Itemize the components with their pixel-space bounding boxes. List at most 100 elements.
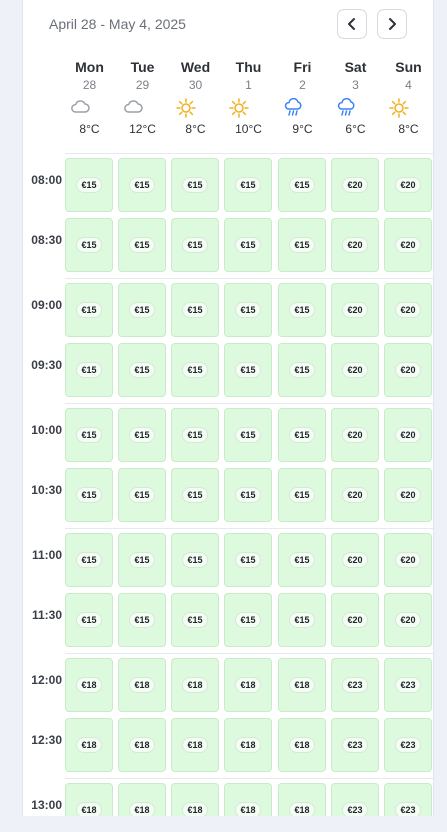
time-slot-cell[interactable]: €15 bbox=[65, 343, 113, 397]
time-slot-cell[interactable]: €23 bbox=[384, 718, 432, 772]
time-slot-cell[interactable]: €15 bbox=[224, 343, 272, 397]
time-slot-cell[interactable]: €15 bbox=[65, 408, 113, 462]
time-slot-cell[interactable]: €15 bbox=[278, 408, 326, 462]
price-badge: €15 bbox=[182, 362, 208, 378]
time-slot-cell[interactable]: €18 bbox=[224, 658, 272, 712]
time-slot-cell[interactable]: €15 bbox=[118, 533, 166, 587]
time-slot-cell[interactable]: €20 bbox=[331, 533, 379, 587]
price-badge: €15 bbox=[129, 362, 155, 378]
time-slot-cell[interactable]: €15 bbox=[171, 408, 219, 462]
time-slot-cell[interactable]: €23 bbox=[331, 658, 379, 712]
time-slot-cell[interactable]: €18 bbox=[118, 658, 166, 712]
time-slot-cell[interactable]: €18 bbox=[224, 783, 272, 816]
time-slot-cell[interactable]: €15 bbox=[118, 343, 166, 397]
time-slot-cell[interactable]: €20 bbox=[384, 283, 432, 337]
prev-week-button[interactable] bbox=[337, 9, 367, 39]
time-slot-cell[interactable]: €15 bbox=[171, 468, 219, 522]
time-slot-cell[interactable]: €15 bbox=[278, 533, 326, 587]
time-slot-cell[interactable]: €15 bbox=[65, 283, 113, 337]
next-week-button[interactable] bbox=[377, 9, 407, 39]
time-slot-cell[interactable]: €20 bbox=[331, 218, 379, 272]
time-slot-cell[interactable]: €18 bbox=[224, 718, 272, 772]
time-slot-cell[interactable]: €18 bbox=[118, 783, 166, 816]
time-slot-cell[interactable]: €20 bbox=[331, 593, 379, 647]
time-slot-cell[interactable]: €18 bbox=[171, 658, 219, 712]
time-slot-cell[interactable]: €23 bbox=[384, 658, 432, 712]
time-slot-cell[interactable]: €18 bbox=[278, 718, 326, 772]
time-slot-cell[interactable]: €15 bbox=[65, 158, 113, 212]
time-slot-cell[interactable]: €18 bbox=[171, 718, 219, 772]
time-slot-cell[interactable]: €23 bbox=[384, 783, 432, 816]
price-badge: €15 bbox=[76, 237, 102, 253]
time-slot-cell[interactable]: €15 bbox=[224, 593, 272, 647]
day-name: Sat bbox=[344, 59, 367, 75]
time-slot-cell[interactable]: €18 bbox=[65, 658, 113, 712]
day-name: Mon bbox=[75, 59, 104, 75]
day-name: Tue bbox=[130, 59, 155, 75]
time-slot-cell[interactable]: €15 bbox=[278, 468, 326, 522]
time-slot-cell[interactable]: €23 bbox=[331, 783, 379, 816]
price-badge: €20 bbox=[342, 427, 368, 443]
time-slot-cell[interactable]: €15 bbox=[118, 593, 166, 647]
time-slot-cell[interactable]: €15 bbox=[65, 533, 113, 587]
time-slot-cell[interactable]: €15 bbox=[65, 218, 113, 272]
time-slot-cell[interactable]: €18 bbox=[65, 718, 113, 772]
time-slot-cell[interactable]: €20 bbox=[331, 158, 379, 212]
time-slot-cell[interactable]: €20 bbox=[384, 533, 432, 587]
time-slot-cell[interactable]: €15 bbox=[224, 468, 272, 522]
time-slot-cell[interactable]: €15 bbox=[118, 218, 166, 272]
price-badge: €18 bbox=[76, 802, 102, 816]
time-slot-cell[interactable]: €18 bbox=[278, 783, 326, 816]
time-slot-cell[interactable]: €15 bbox=[118, 408, 166, 462]
time-slot-cell[interactable]: €20 bbox=[331, 408, 379, 462]
time-slot-cell[interactable]: €15 bbox=[278, 343, 326, 397]
price-badge: €15 bbox=[235, 552, 261, 568]
time-slot-cell[interactable]: €15 bbox=[65, 468, 113, 522]
time-slot-cell[interactable]: €20 bbox=[384, 468, 432, 522]
time-slot-cell[interactable]: €15 bbox=[224, 408, 272, 462]
temperature: 8°C bbox=[185, 122, 206, 136]
time-slot-cell[interactable]: €20 bbox=[331, 468, 379, 522]
time-slot-cell[interactable]: €15 bbox=[171, 533, 219, 587]
time-slot-cell[interactable]: €15 bbox=[278, 593, 326, 647]
time-slot-cell[interactable]: €15 bbox=[224, 158, 272, 212]
time-slot-cell[interactable]: €15 bbox=[118, 283, 166, 337]
time-slot-cell[interactable]: €20 bbox=[384, 593, 432, 647]
time-slot-cell[interactable]: €20 bbox=[384, 218, 432, 272]
temperature: 12°C bbox=[129, 122, 156, 136]
time-slot-cell[interactable]: €15 bbox=[278, 218, 326, 272]
time-slot-cell[interactable]: €15 bbox=[65, 593, 113, 647]
price-badge: €23 bbox=[342, 737, 368, 753]
time-slot-cell[interactable]: €15 bbox=[171, 283, 219, 337]
time-slot-cell[interactable]: €15 bbox=[171, 158, 219, 212]
price-badge: €15 bbox=[182, 302, 208, 318]
price-badge: €23 bbox=[342, 677, 368, 693]
time-slot-cell[interactable]: €23 bbox=[331, 718, 379, 772]
time-slot-cell[interactable]: €15 bbox=[118, 158, 166, 212]
time-slot-cell[interactable]: €15 bbox=[278, 283, 326, 337]
time-slot-cell[interactable]: €15 bbox=[171, 593, 219, 647]
time-slot-cell[interactable]: €15 bbox=[224, 218, 272, 272]
hour-divider bbox=[65, 153, 433, 154]
booking-calendar-panel: April 28 - May 4, 2025 Mon 28 8°C Tue 29… bbox=[22, 0, 434, 816]
time-slot-cell[interactable]: €20 bbox=[384, 158, 432, 212]
temperature: 10°C bbox=[235, 122, 262, 136]
time-slot-cell[interactable]: €15 bbox=[118, 468, 166, 522]
time-slot-cell[interactable]: €20 bbox=[384, 343, 432, 397]
time-slot-cell[interactable]: €15 bbox=[171, 343, 219, 397]
time-slot-cell[interactable]: €20 bbox=[331, 343, 379, 397]
time-slot-cell[interactable]: €18 bbox=[171, 783, 219, 816]
time-slot-cell[interactable]: €20 bbox=[331, 283, 379, 337]
time-slot-cell[interactable]: €15 bbox=[171, 218, 219, 272]
time-slot-cell[interactable]: €18 bbox=[118, 718, 166, 772]
day-column-header: Sun 4 8°C bbox=[384, 58, 433, 136]
time-slot-cell[interactable]: €20 bbox=[384, 408, 432, 462]
time-slot-cell[interactable]: €18 bbox=[65, 783, 113, 816]
time-slot-cell[interactable]: €18 bbox=[278, 658, 326, 712]
time-slot-cell[interactable]: €15 bbox=[224, 283, 272, 337]
day-date: 28 bbox=[82, 78, 97, 92]
time-slot-cell[interactable]: €15 bbox=[278, 158, 326, 212]
day-name: Wed bbox=[180, 59, 211, 75]
time-slot-cell[interactable]: €15 bbox=[224, 533, 272, 587]
price-badge: €15 bbox=[289, 427, 315, 443]
